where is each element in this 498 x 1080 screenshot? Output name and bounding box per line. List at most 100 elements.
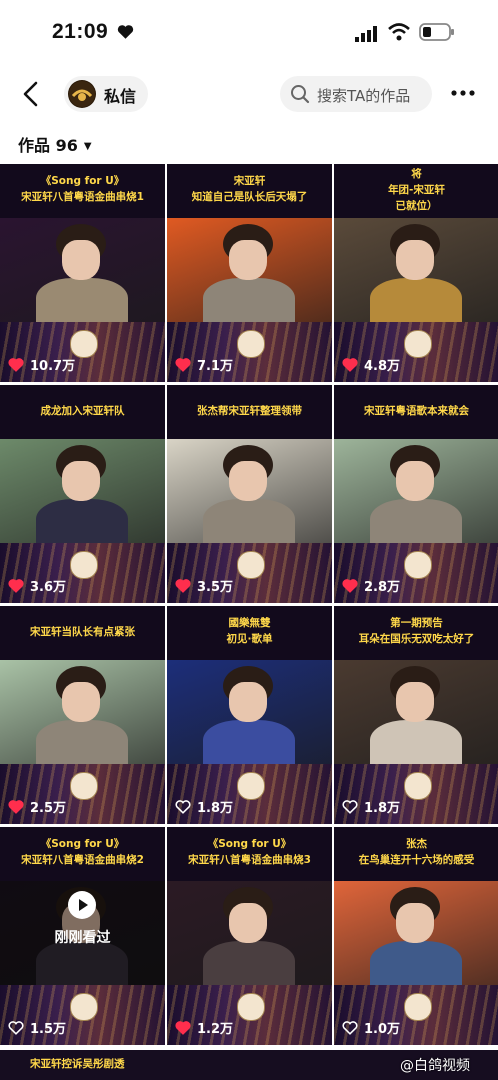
person-body: [36, 499, 128, 543]
show-banner: 3.6万: [0, 543, 165, 603]
like-count-value: 1.8万: [197, 801, 234, 816]
show-seal-icon: [237, 993, 265, 1021]
like-count-value: 3.5万: [197, 580, 234, 595]
like-count-value: 2.5万: [30, 801, 67, 816]
person-body: [370, 499, 462, 543]
person-body: [370, 941, 462, 985]
show-seal-icon: [237, 772, 265, 800]
watermark: @白鸽视频: [400, 1058, 470, 1074]
show-seal-icon: [237, 330, 265, 358]
card-title-line: 初见·歌单: [226, 633, 273, 645]
card-title-line: 宋亚轩粤语歌本来就会: [364, 405, 469, 417]
wifi-icon: [388, 23, 410, 41]
show-banner: 2.5万: [0, 764, 165, 824]
direct-message-button[interactable]: 私信: [64, 76, 148, 112]
like-count-value: 3.6万: [30, 580, 67, 595]
video-card[interactable]: 第一期预告 耳朵在国乐无双吃太好了 1.8万: [334, 606, 498, 824]
person-face: [229, 240, 267, 280]
video-thumbnail: [0, 218, 165, 322]
like-count: 2.5万: [8, 797, 66, 816]
card-title-area: 成龙加入宋亚轩队: [0, 385, 165, 439]
heart-icon: [175, 1021, 191, 1035]
like-count-value: 10.7万: [30, 359, 76, 374]
card-title-area: 國樂無雙 初见·歌单: [167, 606, 332, 660]
card-title-area: 《Song for U》 宋亚轩八首粤语金曲串烧2: [0, 827, 165, 881]
person-body: [36, 720, 128, 764]
partial-card-title: 宋亚轩控诉吴彤剧透: [30, 1058, 125, 1070]
card-title-line: 《Song for U》: [40, 175, 125, 187]
card-title-line: 知道自己是队长后天塌了: [191, 191, 308, 203]
card-title-line: 成龙加入宋亚轩队: [40, 405, 125, 417]
card-title-area: 第一期预告 耳朵在国乐无双吃太好了: [334, 606, 498, 660]
search-icon: [291, 85, 310, 104]
like-count-value: 1.8万: [364, 801, 401, 816]
works-count-label: 作品 96: [18, 136, 78, 155]
heart-icon: [175, 800, 191, 814]
person-face: [396, 240, 434, 280]
status-time: 21:09: [52, 20, 109, 43]
like-count-value: 1.5万: [30, 1022, 67, 1037]
card-title-line: 宋亚轩八首粤语金曲串烧2: [21, 854, 144, 866]
card-title-line: 张杰: [406, 838, 427, 850]
video-card[interactable]: 《Song for U》 宋亚轩八首粤语金曲串烧2 1.5万 刚刚看过: [0, 827, 165, 1045]
person-face: [229, 903, 267, 943]
video-card[interactable]: 成龙加入宋亚轩队 3.6万: [0, 385, 165, 603]
card-title-line: 宋亚轩当队长有点紧张: [30, 626, 135, 638]
card-title-line: 宋亚轩八首粤语金曲串烧1: [21, 191, 144, 203]
card-title-line: 在鸟巢连开十六场的感受: [358, 854, 475, 866]
video-card[interactable]: 张杰在鸟巢连开十六场的感受 1.0万: [334, 827, 498, 1045]
more-options-icon[interactable]: [451, 86, 475, 100]
video-card[interactable]: 宋亚轩粤语歌本来就会 2.8万: [334, 385, 498, 603]
person-face: [62, 461, 100, 501]
heart-icon: [342, 800, 358, 814]
battery-icon: [419, 23, 454, 41]
like-count: 1.8万: [175, 797, 233, 816]
show-seal-icon: [70, 551, 98, 579]
show-banner: 1.2万: [167, 985, 332, 1045]
video-card[interactable]: 《Song for U》宋亚轩八首粤语金曲串烧1 10.7万: [0, 164, 165, 382]
person-body: [370, 278, 462, 322]
show-banner: 7.1万: [167, 322, 332, 382]
video-thumbnail: [167, 881, 332, 985]
video-card[interactable]: 《Song for U》 宋亚轩八首粤语金曲串烧3 1.2万: [167, 827, 332, 1045]
like-count: 1.8万: [342, 797, 400, 816]
show-logo-avatar: [68, 80, 96, 108]
show-banner: 4.8万: [334, 322, 498, 382]
like-count: 3.5万: [175, 576, 233, 595]
card-title-area: 《Song for U》宋亚轩八首粤语金曲串烧1: [0, 164, 165, 218]
card-title-area: 《Song for U》 宋亚轩八首粤语金曲串烧3: [167, 827, 332, 881]
heart-icon: [8, 358, 24, 372]
video-thumbnail: [0, 439, 165, 543]
video-card[interactable]: 将年团-宋亚轩 已就位） 4.8万: [334, 164, 498, 382]
person-body: [203, 499, 295, 543]
like-count-value: 4.8万: [364, 359, 401, 374]
card-title-area: 宋亚轩当队长有点紧张: [0, 606, 165, 660]
video-card[interactable]: 國樂無雙 初见·歌单 1.8万: [167, 606, 332, 824]
show-seal-icon: [404, 551, 432, 579]
card-title-area: 宋亚轩 知道自己是队长后天塌了: [167, 164, 332, 218]
header-bar: 私信 搜索TA的作品: [0, 66, 498, 122]
heart-icon: [342, 579, 358, 593]
play-icon[interactable]: [68, 891, 96, 919]
video-thumbnail: [334, 660, 498, 764]
video-card[interactable]: 张杰帮宋亚轩整理领带 3.5万: [167, 385, 332, 603]
like-count-value: 1.0万: [364, 1022, 401, 1037]
video-card[interactable]: 宋亚轩当队长有点紧张 2.5万: [0, 606, 165, 824]
card-title-area: 张杰帮宋亚轩整理领带: [167, 385, 332, 439]
card-title-line: 《Song for U》: [207, 838, 292, 850]
person-face: [396, 682, 434, 722]
show-banner: 2.8万: [334, 543, 498, 603]
person-face: [396, 461, 434, 501]
show-banner: 1.8万: [167, 764, 332, 824]
card-title-line: 张杰帮宋亚轩整理领带: [197, 405, 302, 417]
show-seal-icon: [404, 993, 432, 1021]
video-thumbnail: [167, 660, 332, 764]
heart-icon: [8, 579, 24, 593]
works-count-dropdown[interactable]: 作品 96 ▼: [18, 132, 92, 156]
search-works-input[interactable]: 搜索TA的作品: [280, 76, 432, 112]
show-banner: 1.5万: [0, 985, 165, 1045]
video-thumbnail: [334, 439, 498, 543]
video-card[interactable]: 宋亚轩 知道自己是队长后天塌了 7.1万: [167, 164, 332, 382]
like-count-value: 2.8万: [364, 580, 401, 595]
back-arrow-icon[interactable]: [20, 80, 42, 108]
